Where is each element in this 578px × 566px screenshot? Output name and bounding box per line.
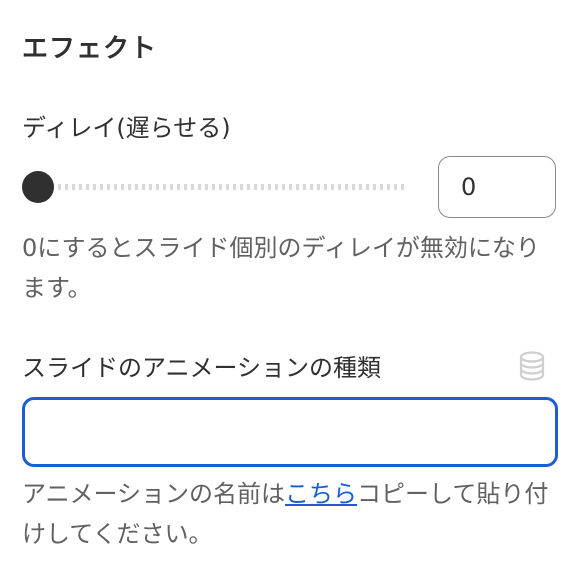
slider-thumb[interactable] <box>22 171 54 203</box>
delay-number-input[interactable]: 0 <box>438 156 556 218</box>
slider-track[interactable] <box>30 184 408 190</box>
section-title: エフェクト <box>22 34 158 64</box>
animation-type-input[interactable] <box>22 397 558 467</box>
delay-slider[interactable] <box>22 170 408 204</box>
database-icon <box>519 351 545 381</box>
delay-label: ディレイ(遅らせる) <box>22 114 231 142</box>
effect-settings-panel: エフェクト ディレイ(遅らせる) 0 0にするとスライド個別のディレイが無効にな… <box>22 0 558 566</box>
animation-type-label: スライドのアニメーションの種類 <box>22 354 382 382</box>
animation-help-link[interactable]: こちら <box>285 480 357 508</box>
animation-help-text: アニメーションの名前はこちらコピーして貼り付けしてください。 <box>22 474 558 554</box>
animation-help-before: アニメーションの名前は <box>22 480 286 508</box>
delay-help-text: 0にするとスライド個別のディレイが無効になります。 <box>22 234 540 302</box>
